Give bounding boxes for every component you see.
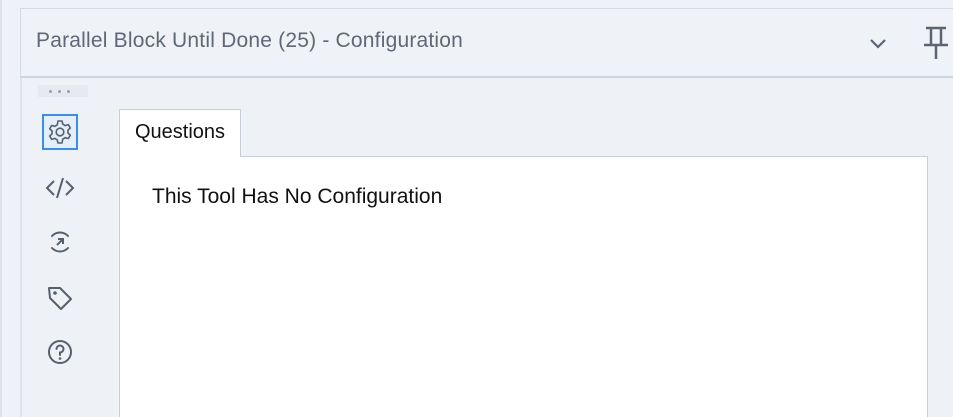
title-bar: Parallel Block Until Done (25) - Configu… [20, 8, 953, 78]
gear-icon [48, 120, 72, 144]
window-title: Parallel Block Until Done (25) - Configu… [36, 29, 464, 52]
configuration-window: Parallel Block Until Done (25) - Configu… [0, 0, 953, 417]
panel-edge [20, 78, 22, 417]
no-configuration-message: This Tool Has No Configuration [152, 185, 443, 208]
sidebar-configuration[interactable] [42, 114, 78, 150]
help-icon [48, 340, 72, 364]
configuration-panel: This Tool Has No Configuration [119, 156, 928, 417]
fast-forward-icon [51, 231, 69, 253]
sidebar-annotation[interactable] [42, 224, 78, 260]
code-icon [45, 177, 75, 199]
tab-questions[interactable]: Questions [119, 109, 242, 157]
pin-icon[interactable] [921, 23, 951, 63]
drag-handle-icon[interactable] [38, 85, 88, 97]
sidebar-help[interactable] [42, 334, 78, 370]
chevron-down-icon[interactable] [866, 31, 890, 55]
tag-icon [48, 287, 72, 310]
sidebar-meta-info[interactable] [42, 280, 78, 316]
sidebar-xml-view[interactable] [42, 170, 78, 206]
